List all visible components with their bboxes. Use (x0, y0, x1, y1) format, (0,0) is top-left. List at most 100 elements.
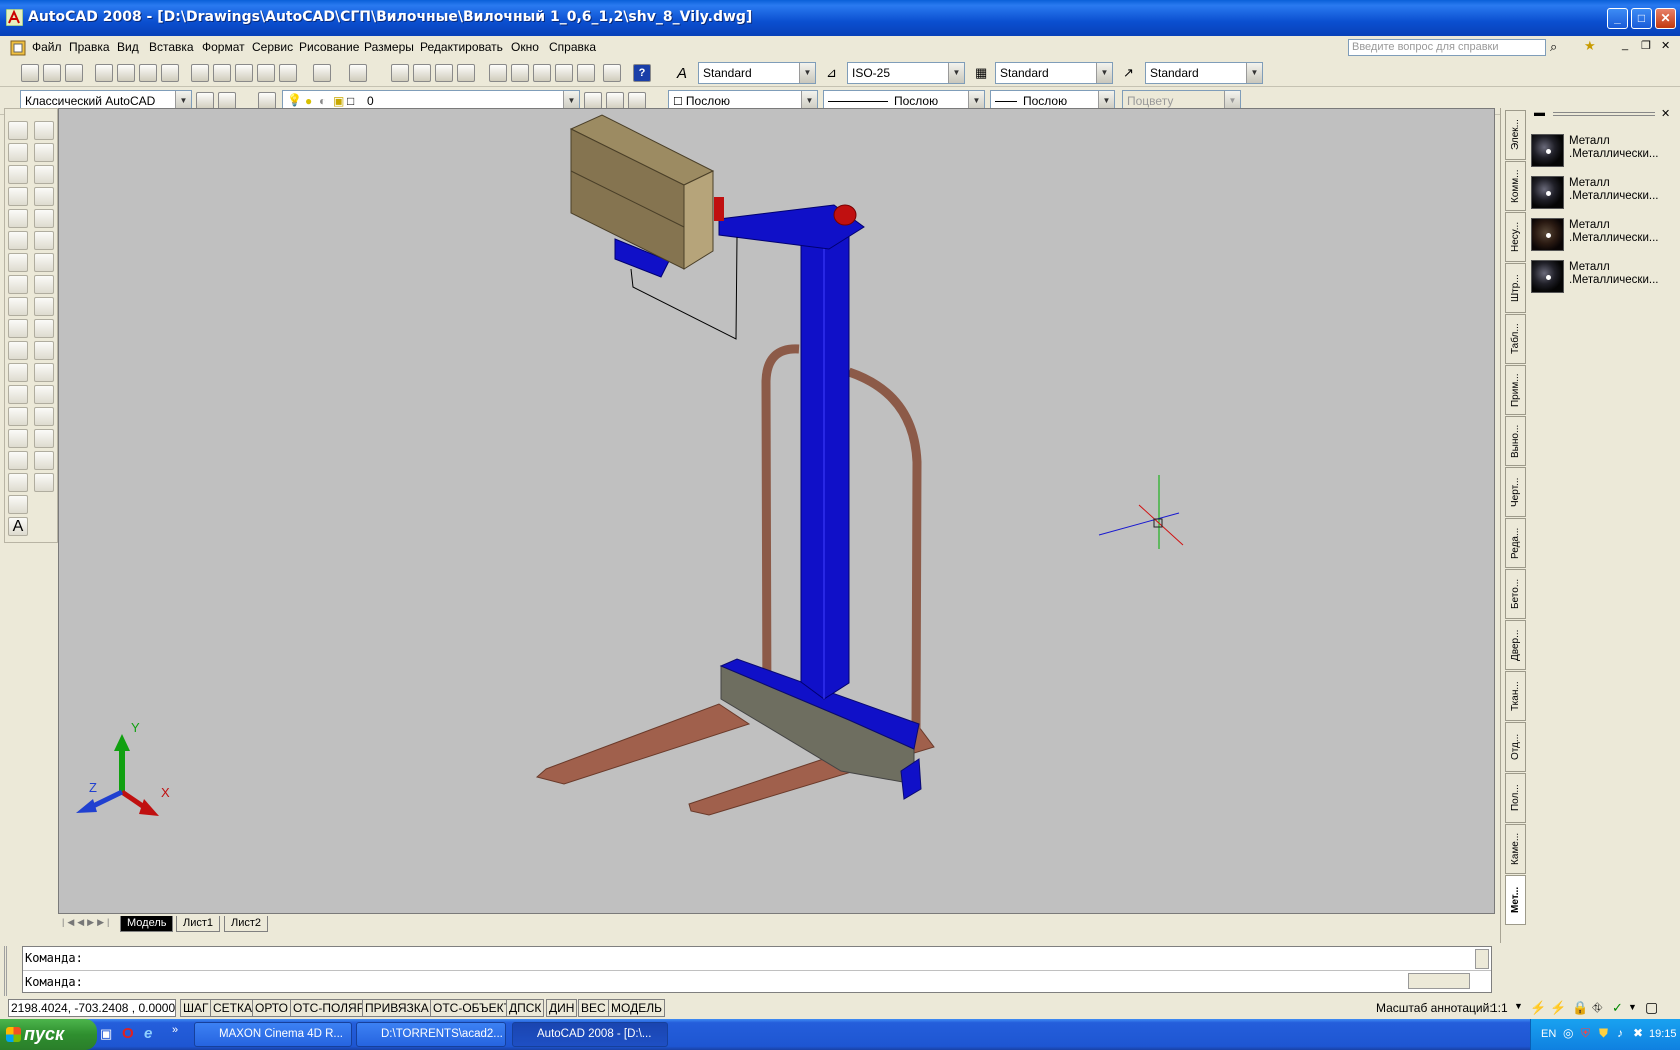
region-icon[interactable] (8, 473, 28, 492)
ellipse-icon[interactable] (8, 319, 28, 338)
arc-icon[interactable] (8, 231, 28, 250)
menu-dimension[interactable]: Размеры (364, 40, 414, 54)
pan-icon[interactable] (391, 64, 409, 82)
comm-center-icon[interactable]: ⛗ (1592, 1000, 1602, 1016)
star-icon[interactable]: ★ (1584, 38, 1596, 54)
annotation-scale-value[interactable]: 1:1 (1491, 1001, 1508, 1015)
menu-edit[interactable]: Правка (69, 40, 110, 54)
extend-icon[interactable] (34, 341, 54, 360)
palette-grip[interactable] (1553, 112, 1655, 116)
material-item[interactable]: Металл .Металлически... (1531, 174, 1677, 212)
palette-tab-hatch[interactable]: Штр... (1505, 263, 1526, 313)
point-icon[interactable] (8, 407, 28, 426)
stretch-icon[interactable] (34, 297, 54, 316)
tab-sheet1[interactable]: Лист1 (176, 916, 221, 932)
palette-tab-leaders[interactable]: Выно... (1505, 416, 1526, 466)
model-toggle[interactable]: МОДЕЛЬ (608, 999, 665, 1017)
menu-modify[interactable]: Редактировать (420, 40, 503, 54)
publish-icon[interactable] (139, 64, 157, 82)
menu-help[interactable]: Справка (549, 40, 596, 54)
document-icon[interactable] (10, 40, 26, 56)
quicklaunch-more-icon[interactable]: » (172, 1024, 178, 1036)
mleader-style-select[interactable]: Standard ▼ (1145, 62, 1263, 84)
palette-tab-samples[interactable]: Прим... (1505, 365, 1526, 415)
palette-tab-structural[interactable]: Несу... (1505, 212, 1526, 262)
material-item[interactable]: Металл .Металлически... (1531, 132, 1677, 170)
explode-icon[interactable] (34, 473, 54, 492)
preview-icon[interactable] (117, 64, 135, 82)
status-tray-icon[interactable]: ✓ (1612, 1000, 1623, 1016)
menu-file[interactable]: Файл (32, 40, 62, 54)
palette-tab-concrete[interactable]: Бето... (1505, 569, 1526, 619)
palette-tab-flooring[interactable]: Пол... (1505, 773, 1526, 823)
3d-dwf-icon[interactable] (161, 64, 179, 82)
menu-tools[interactable]: Сервис (252, 40, 293, 54)
help-icon[interactable]: ? (633, 64, 651, 82)
dim-style-select[interactable]: ISO-25 ▼ (847, 62, 965, 84)
language-indicator[interactable]: EN (1541, 1028, 1556, 1040)
line-icon[interactable] (8, 121, 28, 140)
new-icon[interactable] (21, 64, 39, 82)
paste-icon[interactable] (235, 64, 253, 82)
zoom-window-icon[interactable] (435, 64, 453, 82)
tab-sheet2[interactable]: Лист2 (224, 916, 269, 932)
palette-tab-fabrics[interactable]: Ткан... (1505, 671, 1526, 721)
make-block-icon[interactable] (8, 385, 28, 404)
mirror-icon[interactable] (34, 165, 54, 184)
palette-tab-draw[interactable]: Черт... (1505, 467, 1526, 517)
spline-icon[interactable] (8, 297, 28, 316)
break-at-point-icon[interactable] (34, 363, 54, 382)
palette-tab-electrical[interactable]: Элек... (1505, 110, 1526, 160)
undo-icon[interactable] (313, 64, 331, 82)
auto-scale-icon[interactable]: ⚡ (1550, 1000, 1566, 1016)
quicklaunch-ie-icon[interactable]: e (144, 1025, 152, 1042)
ellipse-arc-icon[interactable] (8, 341, 28, 360)
circle-icon[interactable] (8, 253, 28, 272)
close-button[interactable]: ✕ (1655, 8, 1676, 29)
match-properties-icon[interactable] (257, 64, 275, 82)
material-item[interactable]: Металл .Металлически... (1531, 258, 1677, 296)
palette-tab-modify[interactable]: Реда... (1505, 518, 1526, 568)
tab-nav-arrows-icon[interactable]: |◀◀▶▶| (62, 917, 112, 928)
taskbar-item-cinema4d[interactable]: MAXON Cinema 4D R... (194, 1022, 352, 1047)
scale-dropdown-icon[interactable]: ▼ (1514, 1001, 1523, 1011)
clean-screen-icon[interactable]: ▢ (1645, 999, 1658, 1016)
osnap-toggle[interactable]: ПРИВЯЗКА (362, 999, 432, 1017)
erase-icon[interactable] (34, 121, 54, 140)
join-icon[interactable] (34, 407, 54, 426)
palette-close-icon[interactable]: ✕ (1661, 107, 1670, 120)
tray-volume-icon[interactable]: ♪ (1617, 1026, 1623, 1040)
calculator-icon[interactable] (603, 64, 621, 82)
menu-window[interactable]: Окно (511, 40, 539, 54)
hatch-icon[interactable] (8, 429, 28, 448)
doc-minimize-icon[interactable]: _ (1622, 39, 1628, 51)
rectangle-icon[interactable] (8, 209, 28, 228)
ortho-toggle[interactable]: ОРТО (252, 999, 291, 1017)
cut-icon[interactable] (191, 64, 209, 82)
redo-icon[interactable] (349, 64, 367, 82)
chamfer-icon[interactable] (34, 429, 54, 448)
polar-toggle[interactable]: ОТС-ПОЛЯР (290, 999, 368, 1017)
palette-tab-metals[interactable]: Мет... (1505, 875, 1526, 925)
construction-line-icon[interactable] (8, 143, 28, 162)
otrack-toggle[interactable]: ОТС-ОБЪЕКТ (430, 999, 514, 1017)
tray-shield-icon[interactable]: ⛊ (1599, 1026, 1608, 1041)
search-icon[interactable]: ⌕ (1550, 39, 1557, 55)
doc-close-icon[interactable]: ✕ (1661, 39, 1670, 52)
tab-model[interactable]: Модель (120, 916, 174, 932)
model-viewport[interactable]: Y X Z (58, 108, 1495, 914)
snap-toggle[interactable]: ШАГ (180, 999, 212, 1017)
gradient-icon[interactable] (8, 451, 28, 470)
markup-icon[interactable] (577, 64, 595, 82)
command-scrollbar[interactable] (1475, 949, 1489, 969)
zoom-realtime-icon[interactable] (413, 64, 431, 82)
maximize-button[interactable]: □ (1631, 8, 1652, 29)
sheet-set-icon[interactable] (555, 64, 573, 82)
copy-object-icon[interactable] (34, 143, 54, 162)
revision-cloud-icon[interactable] (8, 275, 28, 294)
lwt-toggle[interactable]: ВЕС (578, 999, 609, 1017)
menu-insert[interactable]: Вставка (149, 40, 194, 54)
menu-view[interactable]: Вид (117, 40, 139, 54)
palette-tab-doors[interactable]: Двер... (1505, 620, 1526, 670)
scale-icon[interactable] (34, 275, 54, 294)
